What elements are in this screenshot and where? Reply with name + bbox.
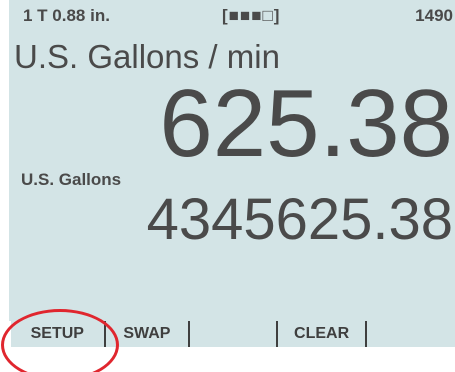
totalizer-unit: U.S. Gallons [21,170,122,189]
lcd-display: 1 T 0.88 in. [■■■□] 1490 U.S. Gallons / … [9,0,455,321]
softkey-5-blank[interactable] [367,321,455,347]
swap-button[interactable]: SWAP [105,321,189,347]
totalizer-value: 4345625.38 [146,187,453,252]
setup-button[interactable]: SETUP [11,321,104,347]
battery-icon: [■■■□] [222,6,281,25]
sensor-info: 1 T 0.88 in. [23,6,110,25]
softkey-3-blank[interactable] [190,321,276,347]
status-code: 1490 [415,6,453,25]
softkey-bar: SETUP SWAP CLEAR [11,321,455,347]
status-bar: 1 T 0.88 in. [■■■□] 1490 [23,4,453,26]
flow-rate-value: 625.38 [159,70,453,177]
clear-button[interactable]: CLEAR [277,321,366,347]
